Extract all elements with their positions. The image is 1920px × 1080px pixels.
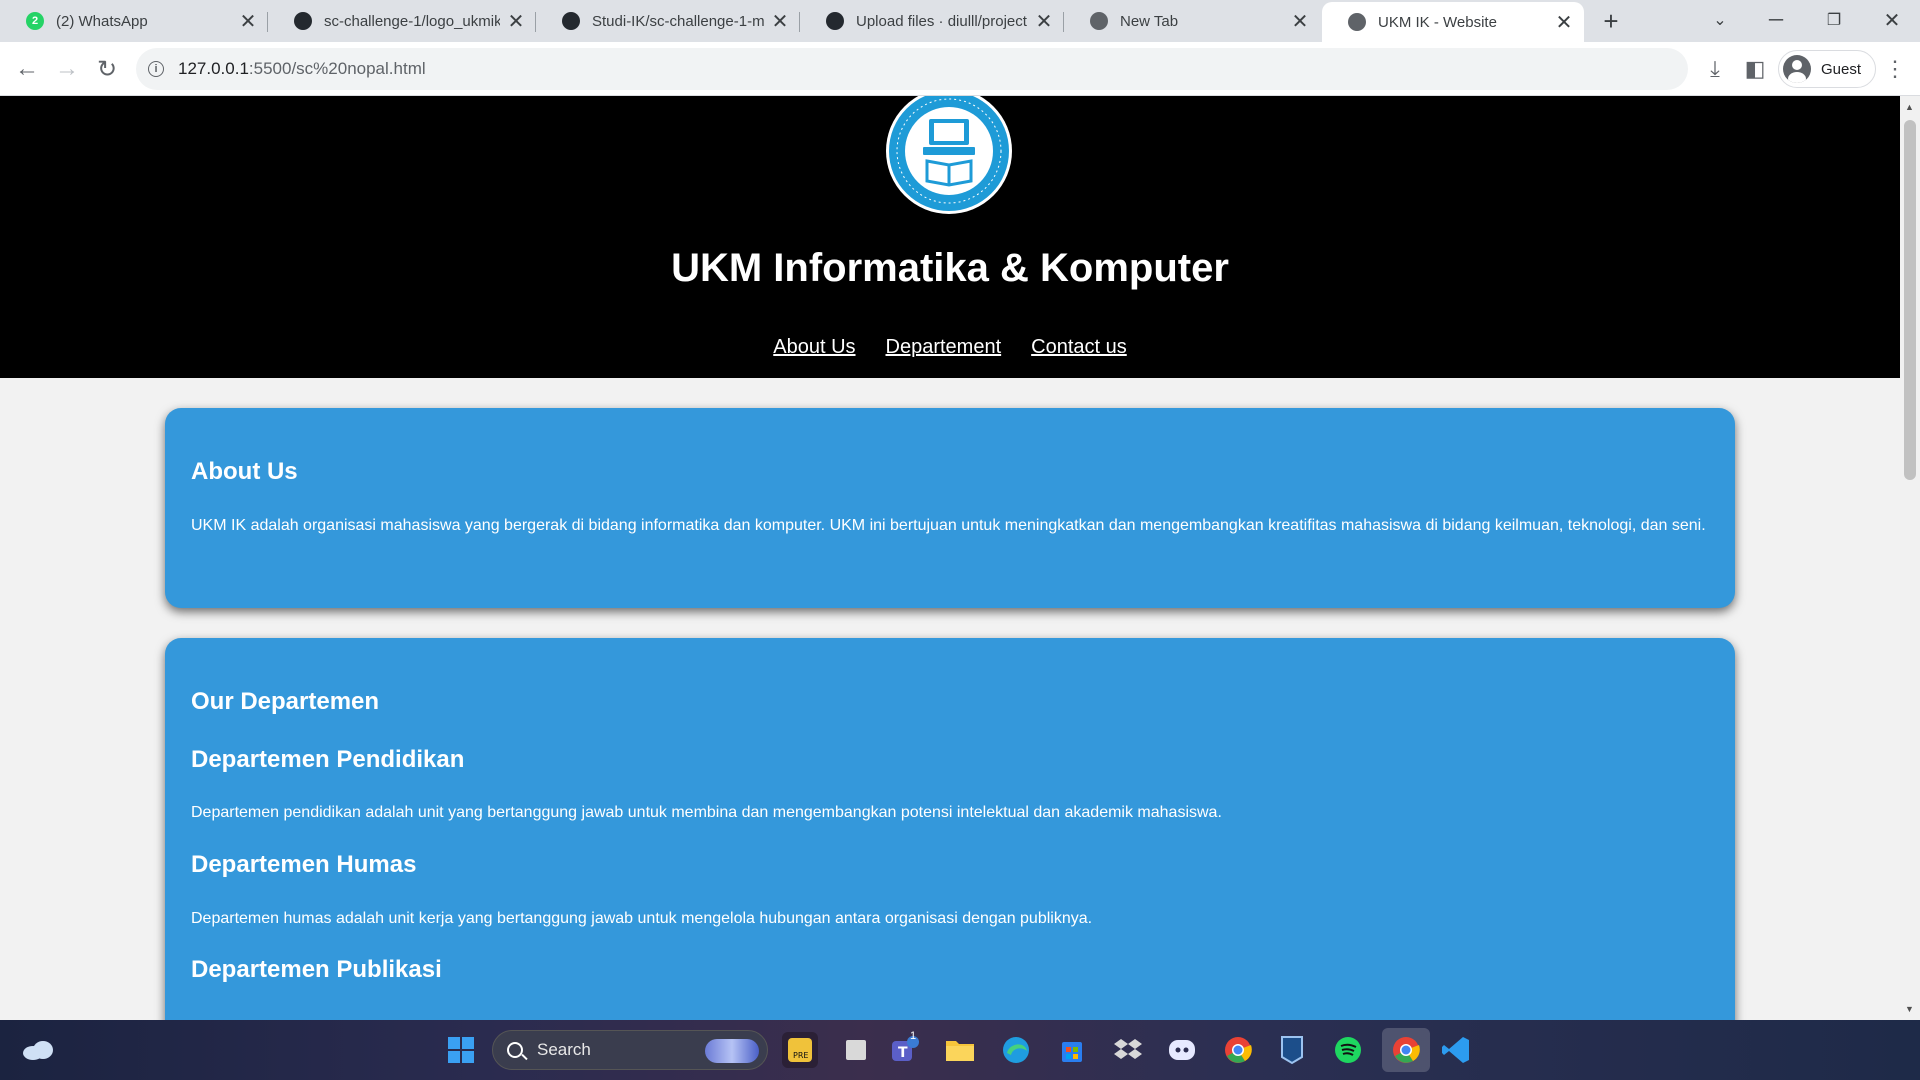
close-tab-icon[interactable]: ✕ [238,11,258,33]
tab-title: UKM IK - Website [1378,13,1497,31]
new-tab-button[interactable]: + [1596,6,1626,36]
search-icon [507,1042,523,1058]
page-viewport: UKM Informatika & Komputer About Us Depa… [0,96,1900,1020]
url-path: :5500/sc%20nopal.html [248,59,426,78]
dept-name-pendidikan: Departemen Pendidikan [191,746,465,773]
svg-text:T: T [898,1045,908,1061]
close-tab-icon[interactable]: ✕ [1554,12,1574,34]
teams-icon[interactable]: T 1 [886,1030,922,1068]
browser-tab-strip: 2 (2) WhatsApp ✕ sc-challenge-1/logo_ukm… [0,0,1920,42]
site-nav: About Us Departement Contact us [0,336,1900,359]
dept-text-pendidikan: Departemen pendidikan adalah unit yang b… [191,804,1222,821]
forward-icon[interactable]: → [50,52,84,86]
taskbar-search[interactable]: Search [492,1030,768,1070]
tab-title: (2) WhatsApp [56,12,148,30]
tab-title: sc-challenge-1/logo_ukmik [324,12,500,30]
nav-link-contact-us[interactable]: Contact us [1031,336,1127,359]
close-tab-icon[interactable]: ✕ [770,11,790,33]
dept-text-humas: Departemen humas adalah unit kerja yang … [191,910,1093,927]
reload-icon[interactable]: ↻ [90,52,124,86]
dept-name-humas: Departemen Humas [191,851,417,878]
side-panel-icon[interactable]: ◧ [1740,54,1770,84]
tab-title: Upload files · diulll/project [856,12,1027,30]
teams-badge: 1 [910,1030,917,1042]
avatar-icon [1783,55,1811,83]
weather-icon[interactable] [20,1032,56,1068]
profile-name: Guest [1821,60,1862,78]
address-bar[interactable]: i 127.0.0.1:5500/sc%20nopal.html [136,48,1688,90]
about-us-card: About Us UKM IK adalah organisasi mahasi… [165,408,1735,608]
globe-icon [1348,13,1366,31]
about-text: UKM IK adalah organisasi mahasiswa yang … [191,517,1706,534]
departments-heading: Our Departemen [191,688,380,715]
download-icon[interactable]: ⤓ [1700,54,1730,84]
profile-button[interactable]: Guest [1778,50,1876,88]
site-title: UKM Informatika & Komputer [671,246,1229,290]
site-header: UKM Informatika & Komputer About Us Depa… [0,96,1900,378]
menu-kebab-icon[interactable]: ⋮ [1880,54,1910,84]
address-url: 127.0.0.1:5500/sc%20nopal.html [178,59,426,79]
file-explorer-icon[interactable] [942,1032,978,1068]
close-tab-icon[interactable]: ✕ [1290,11,1310,33]
app-icon[interactable] [1274,1032,1310,1068]
site-info-icon[interactable]: i [148,61,164,77]
close-tab-icon[interactable]: ✕ [1034,11,1054,33]
github-icon [562,12,580,30]
nav-link-about-us[interactable]: About Us [773,336,855,359]
tab-ukm-ik-website[interactable]: UKM IK - Website ✕ [1322,2,1584,42]
vscode-icon[interactable] [1438,1032,1474,1068]
about-heading: About Us [191,458,298,485]
search-highlight-image [705,1039,759,1063]
globe-icon [1090,12,1108,30]
close-window-icon[interactable]: ✕ [1864,0,1920,40]
departments-card: Our Departemen Departemen Pendidikan Dep… [165,638,1735,1020]
tab-github-studi[interactable]: Studi-IK/sc-challenge-1-ma ✕ [536,0,800,42]
minimize-icon[interactable]: ─ [1748,0,1804,40]
tab-title: Studi-IK/sc-challenge-1-ma [592,12,764,30]
spotify-icon[interactable] [1330,1032,1366,1068]
edge-icon[interactable] [998,1032,1034,1068]
chrome-icon[interactable] [1220,1032,1256,1068]
scroll-up-icon[interactable]: ▲ [1905,102,1914,112]
dept-name-publikasi: Departemen Publikasi [191,956,442,983]
github-icon [294,12,312,30]
back-icon[interactable]: ← [10,52,44,86]
nav-link-departement[interactable]: Departement [886,336,1002,359]
browser-toolbar: ← → ↻ i 127.0.0.1:5500/sc%20nopal.html ⤓… [0,42,1920,96]
windows-start-icon[interactable] [443,1032,479,1068]
taskbar-search-label: Search [537,1040,591,1059]
svg-text:PRE: PRE [793,1051,808,1060]
github-icon [826,12,844,30]
store-icon[interactable] [1054,1032,1090,1068]
notes-icon[interactable] [838,1032,874,1068]
restore-icon[interactable]: ❐ [1806,0,1862,40]
tab-new-tab[interactable]: New Tab ✕ [1064,0,1320,42]
tab-title: New Tab [1120,12,1179,30]
whatsapp-icon: 2 [26,12,44,30]
windows-taskbar: Search PRE T 1 [0,1020,1920,1080]
tab-github-upload[interactable]: Upload files · diulll/project ✕ [800,0,1064,42]
tab-search-chevron-icon[interactable]: ⌄ [1692,0,1748,40]
scrollbar-thumb[interactable] [1904,120,1916,480]
url-host: 127.0.0.1 [178,59,249,78]
page-scrollbar[interactable]: ▲ ▼ [1900,96,1920,1020]
tab-github-logo[interactable]: sc-challenge-1/logo_ukmik ✕ [268,0,536,42]
photoshop-icon[interactable]: PRE [782,1032,818,1068]
dropbox-icon[interactable] [1110,1032,1146,1068]
discord-icon[interactable] [1164,1032,1200,1068]
scroll-down-icon[interactable]: ▼ [1905,1004,1914,1014]
close-tab-icon[interactable]: ✕ [506,11,526,33]
chrome-active-icon[interactable] [1382,1028,1430,1072]
ukm-ik-logo [886,96,1012,214]
tab-whatsapp[interactable]: 2 (2) WhatsApp ✕ [0,0,268,42]
